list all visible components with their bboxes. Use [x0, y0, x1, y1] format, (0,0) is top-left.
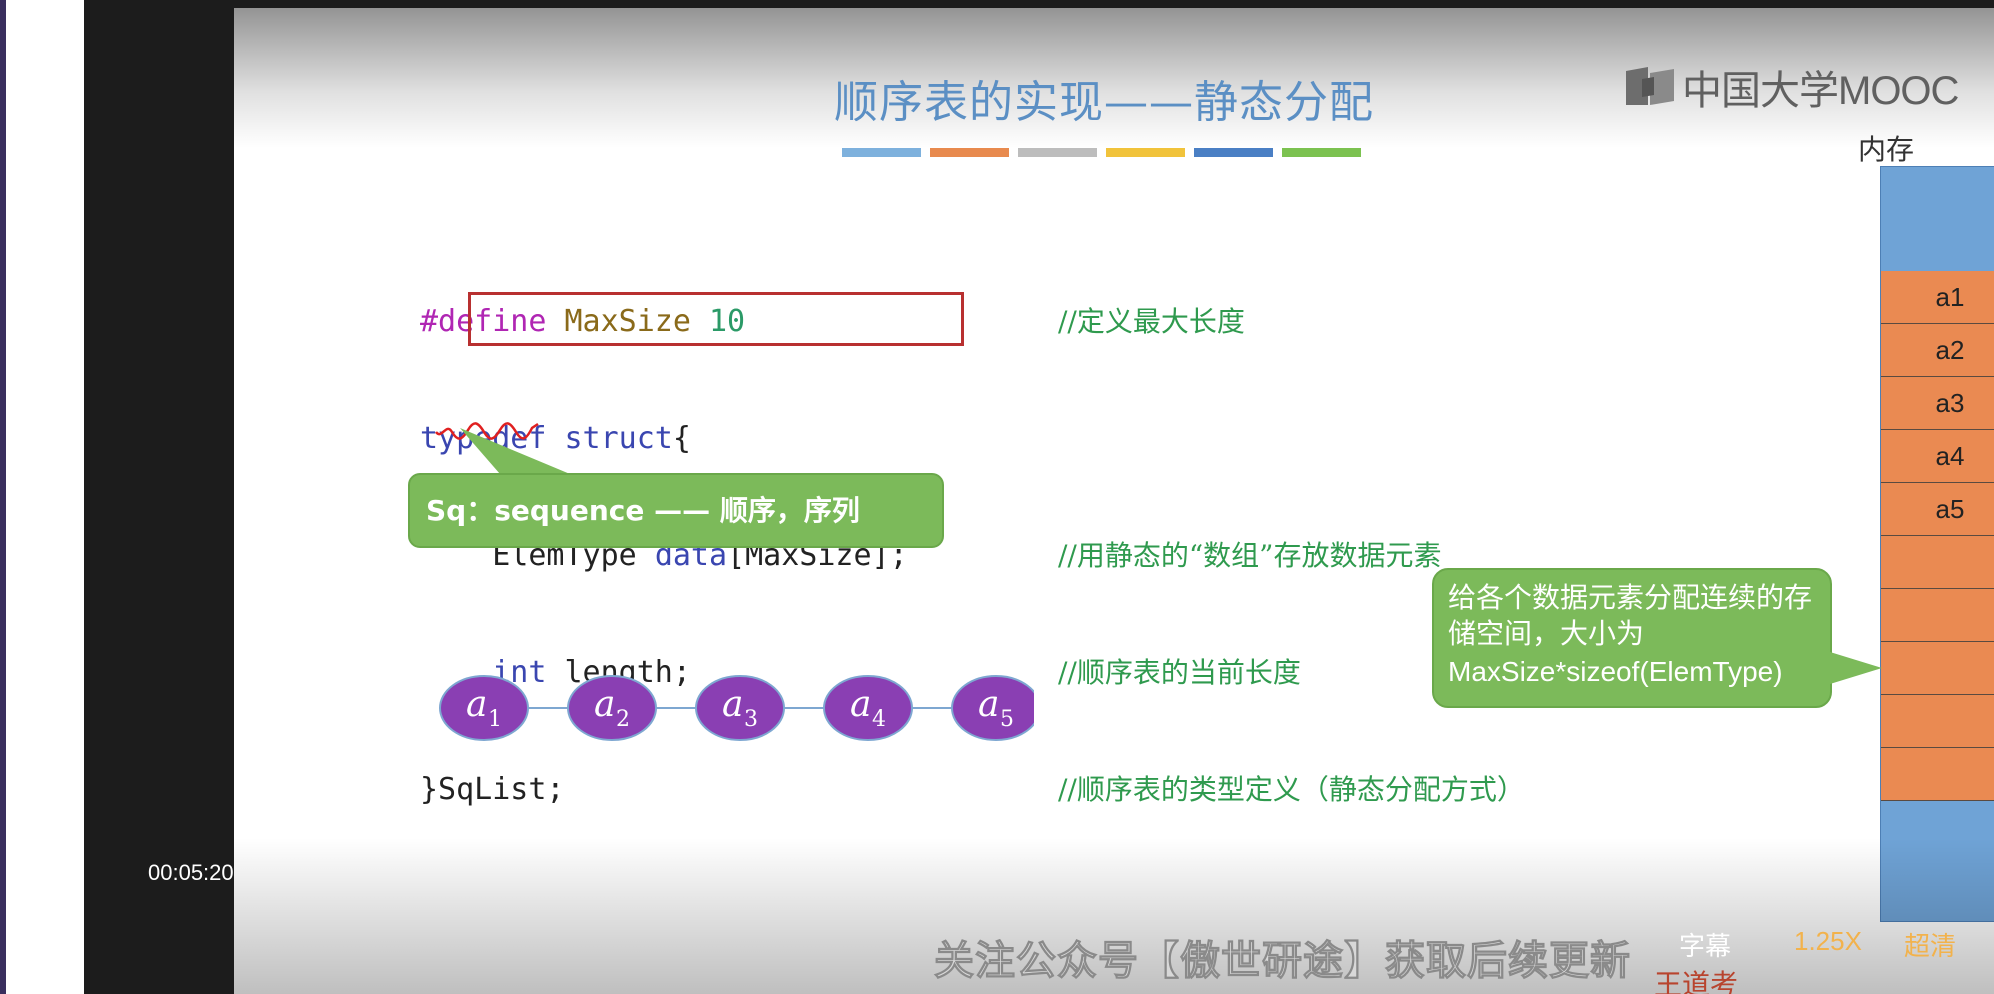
wechat-watermark: 关注公众号【傲世研途】获取后续更新: [934, 938, 1631, 985]
callout-memory: 给各个数据元素分配连续的存储空间，大小为 MaxSize*sizeof(Elem…: [1432, 568, 1832, 708]
memory-cell: a2: [1881, 324, 1994, 377]
title-bar: [842, 148, 921, 157]
comment-line: //顺序表的类型定义（静态分配方式）: [1058, 773, 1525, 806]
code-comments: //定义最大长度 //用静态的“数组”存放数据元素 //顺序表的当前长度 //顺…: [1058, 224, 1525, 887]
node-a4: a4: [823, 675, 913, 741]
mooc-book-icon: [1626, 67, 1674, 105]
node-label: a: [978, 684, 999, 725]
slide-title: 顺序表的实现——静态分配: [834, 77, 1374, 128]
video-player[interactable]: 顺序表的实现——静态分配 中国大学MOOC #define MaxSize 10…: [84, 8, 1994, 994]
node-label: a: [850, 684, 871, 725]
node-subscript: 1: [488, 707, 502, 732]
callout-memory-text: 给各个数据元素分配连续的存储空间，大小为: [1448, 581, 1813, 650]
page-gutter: [6, 0, 84, 994]
mooc-logo-text: 中国大学MOOC: [1682, 69, 1959, 113]
comment-line: //定义最大长度: [1058, 305, 1245, 338]
memory-cell: a1: [1881, 271, 1994, 324]
site-watermark: 王道考研/CSKAOYAN.COM: [1654, 969, 1739, 994]
node-subscript: 2: [616, 707, 630, 732]
node-a1: a1: [439, 675, 529, 741]
code-line-sqlist: }SqList;: [420, 770, 908, 809]
memory-cell: [1881, 536, 1994, 589]
callout-pointer: [460, 428, 570, 474]
memory-cell: a5: [1881, 483, 1994, 536]
slide-frame: 顺序表的实现——静态分配 中国大学MOOC #define MaxSize 10…: [234, 8, 1994, 994]
code-text: }SqList;: [420, 772, 565, 807]
title-bar: [930, 148, 1009, 157]
comment-line: [1058, 419, 1525, 458]
callout-memory-formula: MaxSize*sizeof(ElemType): [1448, 656, 1783, 687]
title-bar: [1282, 148, 1361, 157]
node-subscript: 5: [1000, 707, 1014, 732]
callout-sequence: Sq：sequence —— 顺序，序列: [408, 473, 944, 548]
memory-cell: [1881, 589, 1994, 642]
node-label: a: [594, 684, 615, 725]
code-text: {: [672, 421, 691, 456]
memory-label: 内存: [1857, 133, 1914, 166]
memory-cell: [1881, 695, 1994, 748]
title-bar: [1018, 148, 1097, 157]
memory-cell: [1881, 748, 1994, 801]
node-label: a: [466, 684, 487, 725]
playback-speed-button[interactable]: 1.25X: [1794, 926, 1862, 957]
callout-pointer: [1830, 652, 1882, 684]
sequence-nodes: a1a2a3a4a5: [439, 675, 1034, 741]
memory-cell: a3: [1881, 377, 1994, 430]
node-a5: a5: [951, 675, 1034, 741]
title-bar: [1194, 148, 1273, 157]
memory-column: a1 a2 a3 a4 a5: [1880, 166, 1994, 922]
title-color-bars: [842, 148, 1361, 157]
node-a3: a3: [695, 675, 785, 741]
video-timestamp: 00:05:20: [148, 860, 234, 885]
title-bar: [1106, 148, 1185, 157]
memory-cell: a4: [1881, 430, 1994, 483]
node-subscript: 3: [744, 707, 758, 732]
node-a2: a2: [567, 675, 657, 741]
quality-button[interactable]: 超清: [1904, 926, 1956, 963]
node-label: a: [722, 684, 743, 725]
mooc-logo: 中国大学MOOC: [1624, 58, 1959, 116]
memory-cell: [1881, 642, 1994, 695]
code-keyword: struct: [564, 421, 673, 456]
subtitle-button[interactable]: 字幕: [1679, 926, 1731, 963]
node-subscript: 4: [872, 707, 886, 732]
code-highlight-box: [468, 292, 964, 346]
